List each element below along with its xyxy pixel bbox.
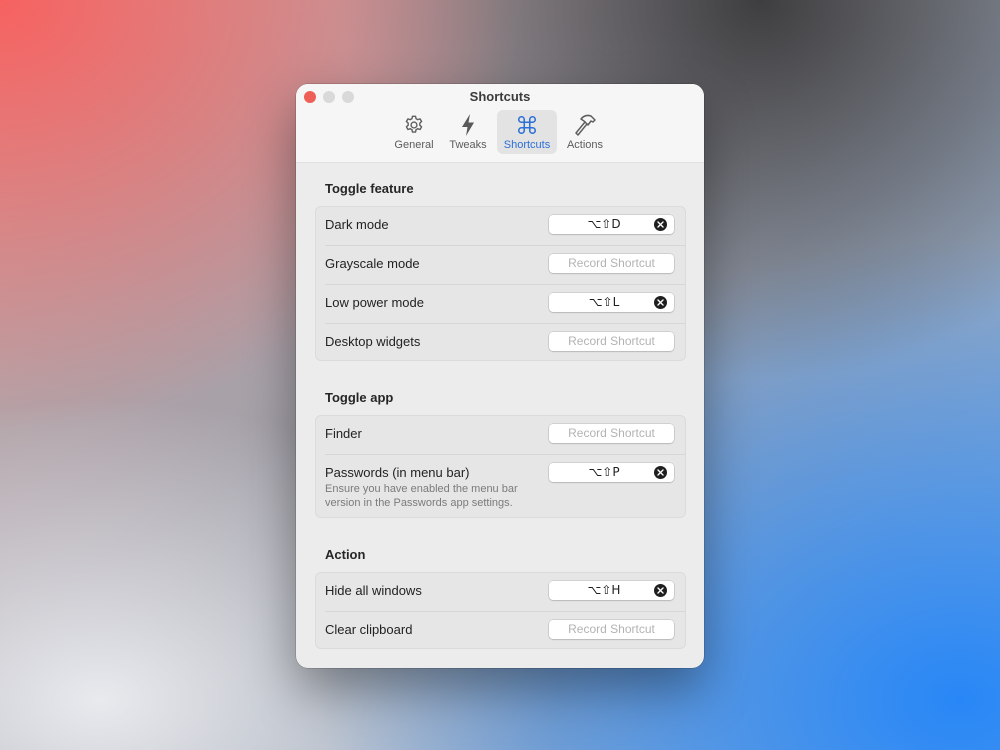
shortcut-recorder[interactable]: Record Shortcut bbox=[549, 620, 674, 639]
row-label: Passwords (in menu bar) bbox=[325, 465, 470, 480]
shortcut-recorder[interactable]: Record Shortcut bbox=[549, 424, 674, 443]
tab-shortcuts-label: Shortcuts bbox=[503, 139, 551, 151]
section-title-toggle-app: Toggle app bbox=[325, 390, 394, 405]
action-group: Hide all windows ⌥⇧H Clear clipboard Rec… bbox=[315, 572, 686, 649]
settings-window: Shortcuts General Tweaks Shortcuts Actio… bbox=[296, 84, 704, 668]
tab-tweaks-label: Tweaks bbox=[449, 139, 487, 151]
row-label: Low power mode bbox=[325, 295, 424, 310]
shortcut-keys: ⌥⇧H bbox=[587, 583, 621, 597]
toggle-feature-group: Dark mode ⌥⇧D Grayscale mode Record Shor… bbox=[315, 206, 686, 361]
shortcut-recorder[interactable]: ⌥⇧H bbox=[549, 581, 674, 600]
record-shortcut-placeholder: Record Shortcut bbox=[568, 426, 655, 440]
shortcut-row-finder: Finder Record Shortcut bbox=[316, 416, 685, 454]
bolt-icon bbox=[460, 112, 476, 138]
hammer-icon bbox=[572, 112, 598, 138]
record-shortcut-placeholder: Record Shortcut bbox=[568, 256, 655, 270]
clear-shortcut-button[interactable] bbox=[654, 466, 667, 479]
tab-general-label: General bbox=[394, 139, 434, 151]
shortcut-row-grayscale-mode: Grayscale mode Record Shortcut bbox=[316, 246, 685, 284]
clear-shortcut-button[interactable] bbox=[654, 296, 667, 309]
shortcut-row-passwords: Passwords (in menu bar) Ensure you have … bbox=[316, 455, 685, 517]
shortcut-row-clear-clipboard: Clear clipboard Record Shortcut bbox=[316, 612, 685, 648]
command-icon bbox=[516, 112, 538, 138]
clear-shortcut-button[interactable] bbox=[654, 218, 667, 231]
gear-icon bbox=[403, 112, 425, 138]
shortcut-keys: ⌥⇧D bbox=[587, 217, 621, 231]
tab-shortcuts[interactable]: Shortcuts bbox=[497, 110, 557, 154]
shortcut-recorder[interactable]: Record Shortcut bbox=[549, 332, 674, 351]
row-label: Finder bbox=[325, 426, 362, 441]
shortcut-recorder[interactable]: Record Shortcut bbox=[549, 254, 674, 273]
tab-actions-label: Actions bbox=[566, 139, 604, 151]
row-label: Dark mode bbox=[325, 217, 389, 232]
close-icon bbox=[657, 221, 664, 228]
row-label: Grayscale mode bbox=[325, 256, 420, 271]
shortcut-keys: ⌥⇧P bbox=[588, 465, 620, 479]
record-shortcut-placeholder: Record Shortcut bbox=[568, 622, 655, 636]
window-title: Shortcuts bbox=[469, 89, 531, 104]
row-label: Desktop widgets bbox=[325, 334, 421, 349]
row-label: Clear clipboard bbox=[325, 622, 413, 637]
clear-shortcut-button[interactable] bbox=[654, 584, 667, 597]
shortcut-keys: ⌥⇧L bbox=[588, 295, 620, 309]
tab-actions[interactable]: Actions bbox=[562, 110, 608, 154]
toolbar: Shortcuts General Tweaks Shortcuts Actio… bbox=[296, 84, 704, 163]
tab-general[interactable]: General bbox=[389, 110, 439, 154]
close-icon bbox=[657, 469, 664, 476]
row-sublabel: Ensure you have enabled the menu bar ver… bbox=[325, 483, 518, 509]
row-label: Hide all windows bbox=[325, 583, 422, 598]
shortcut-row-hide-all-windows: Hide all windows ⌥⇧H bbox=[316, 573, 685, 611]
shortcut-recorder[interactable]: ⌥⇧P bbox=[549, 463, 674, 482]
shortcut-recorder[interactable]: ⌥⇧L bbox=[549, 293, 674, 312]
close-icon bbox=[657, 299, 664, 306]
section-title-toggle-feature: Toggle feature bbox=[325, 181, 414, 196]
tab-bar: General Tweaks Shortcuts Actions bbox=[296, 110, 704, 156]
shortcut-row-desktop-widgets: Desktop widgets Record Shortcut bbox=[316, 324, 685, 360]
toggle-app-group: Finder Record Shortcut Passwords (in men… bbox=[315, 415, 686, 518]
shortcut-row-dark-mode: Dark mode ⌥⇧D bbox=[316, 207, 685, 245]
close-icon bbox=[657, 587, 664, 594]
section-title-action: Action bbox=[325, 547, 366, 562]
shortcut-row-low-power-mode: Low power mode ⌥⇧L bbox=[316, 285, 685, 323]
tab-tweaks[interactable]: Tweaks bbox=[445, 110, 491, 154]
shortcut-recorder[interactable]: ⌥⇧D bbox=[549, 215, 674, 234]
record-shortcut-placeholder: Record Shortcut bbox=[568, 334, 655, 348]
